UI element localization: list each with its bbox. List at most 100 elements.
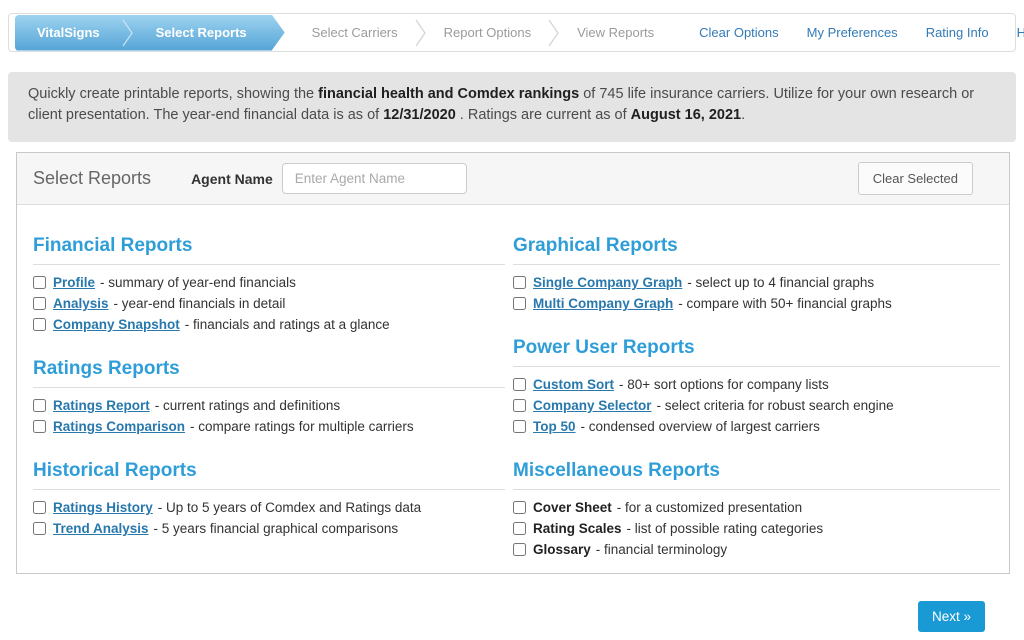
report-row-analysis: Analysis - year-end financials in detail: [33, 293, 505, 314]
report-description: - Up to 5 years of Comdex and Ratings da…: [157, 500, 422, 515]
panel-body: Financial Reports Profile - summary of yea…: [17, 205, 1009, 583]
panel-header: Select Reports Agent Name Clear Selected: [17, 153, 1009, 205]
agent-name-label: Agent Name: [191, 170, 273, 187]
category-title: Ratings Reports: [33, 358, 505, 388]
report-link-top-50[interactable]: Top 50: [533, 419, 576, 434]
checkbox-analysis[interactable]: [33, 297, 46, 310]
report-description: - list of possible rating categories: [626, 521, 824, 536]
breadcrumb: VitalSigns Select Reports Select Carriers…: [15, 14, 671, 51]
category-financial-reports: Financial Reports Profile - summary of yea…: [33, 235, 505, 335]
next-button[interactable]: Next »: [917, 601, 985, 632]
report-row-top-50: Top 50 - condensed overview of largest ca…: [513, 416, 1000, 437]
nav-step-select-carriers[interactable]: Select Carriers: [295, 25, 415, 40]
checkbox-company-selector[interactable]: [513, 399, 526, 412]
report-link-company-snapshot[interactable]: Company Snapshot: [53, 317, 180, 332]
checkbox-single-company-graph[interactable]: [513, 276, 526, 289]
nav-link-my-preferences[interactable]: My Preferences: [807, 25, 898, 40]
checkbox-company-snapshot[interactable]: [33, 318, 46, 331]
report-link-profile[interactable]: Profile: [53, 275, 95, 290]
breadcrumb-inactive-steps: Select Carriers Report Options View Report…: [295, 14, 671, 51]
category-power-user-reports: Power User Reports Custom Sort - 80+ sort …: [513, 337, 1000, 437]
report-link-ratings-report[interactable]: Ratings Report: [53, 398, 150, 413]
category-title: Historical Reports: [33, 460, 505, 490]
step-divider-chevron-icon: [548, 19, 559, 46]
report-row-cover-sheet: Cover Sheet - for a customized presentati…: [513, 497, 1000, 518]
step-divider-chevron-icon: [415, 19, 426, 46]
nav-link-help[interactable]: Help: [1017, 25, 1024, 40]
page-title: Select Reports: [33, 168, 152, 188]
report-description: - year-end financials in detail: [113, 296, 286, 311]
report-description: - financials and ratings at a glance: [184, 317, 390, 332]
category-miscellaneous-reports: Miscellaneous Reports Cover Sheet - for a …: [513, 460, 1000, 560]
nav-link-clear-options[interactable]: Clear Options: [699, 25, 778, 40]
report-link-ratings-comparison[interactable]: Ratings Comparison: [53, 419, 185, 434]
report-link-trend-analysis[interactable]: Trend Analysis: [53, 521, 149, 536]
agent-name-input[interactable]: [281, 163, 467, 194]
report-description: - condensed overview of largest carriers: [580, 419, 820, 434]
nav-step-report-options[interactable]: Report Options: [427, 25, 548, 40]
category-title: Graphical Reports: [513, 235, 1000, 265]
intro-segment: . Ratings are current as of: [455, 106, 631, 123]
category-title: Financial Reports: [33, 235, 505, 265]
select-reports-panel: Select Reports Agent Name Clear Selected…: [16, 152, 1010, 574]
reports-column-right: Graphical Reports Single Company Graph - s…: [513, 235, 1000, 583]
checkbox-top-50[interactable]: [513, 420, 526, 433]
top-navbar: VitalSigns Select Reports Select Carriers…: [8, 13, 1024, 52]
report-name-glossary: Glossary: [533, 542, 591, 557]
report-description: - for a customized presentation: [616, 500, 803, 515]
checkbox-profile[interactable]: [33, 276, 46, 289]
active-step-divider-chevron-icon: [122, 18, 134, 48]
nav-step-select-reports[interactable]: Select Reports: [134, 25, 269, 40]
report-row-company-snapshot: Company Snapshot - financials and ratings…: [33, 314, 505, 335]
category-title: Miscellaneous Reports: [513, 460, 1000, 490]
report-row-ratings-comparison: Ratings Comparison - compare ratings for …: [33, 416, 505, 437]
checkbox-multi-company-graph[interactable]: [513, 297, 526, 310]
intro-bold-segment: August 16, 2021: [630, 106, 742, 123]
checkbox-cover-sheet[interactable]: [513, 501, 526, 514]
report-name-cover-sheet: Cover Sheet: [533, 500, 612, 515]
report-link-ratings-history[interactable]: Ratings History: [53, 500, 153, 515]
report-row-multi-company-graph: Multi Company Graph - compare with 50+ fi…: [513, 293, 1000, 314]
intro-segment: .: [741, 106, 746, 123]
intro-segment: Quickly create printable reports, showin…: [28, 86, 319, 102]
category-graphical-reports: Graphical Reports Single Company Graph - s…: [513, 235, 1000, 314]
report-row-trend-analysis: Trend Analysis - 5 years financial graphi…: [33, 518, 505, 539]
intro-bold-segment: financial health and Comdex rankings: [318, 86, 580, 102]
checkbox-ratings-history[interactable]: [33, 501, 46, 514]
report-description: - 5 years financial graphical comparison…: [153, 521, 399, 536]
intro-box: Quickly create printable reports, showin…: [8, 72, 1016, 142]
report-row-profile: Profile - summary of year-end financials: [33, 272, 505, 293]
report-link-analysis[interactable]: Analysis: [53, 296, 109, 311]
report-link-company-selector[interactable]: Company Selector: [533, 398, 652, 413]
report-row-ratings-report: Ratings Report - current ratings and defi…: [33, 395, 505, 416]
breadcrumb-active-group: VitalSigns Select Reports: [15, 15, 285, 51]
report-link-multi-company-graph[interactable]: Multi Company Graph: [533, 296, 673, 311]
report-description: - compare ratings for multiple carriers: [190, 419, 414, 434]
report-description: - financial terminology: [595, 542, 728, 557]
checkbox-ratings-comparison[interactable]: [33, 420, 46, 433]
report-link-single-company-graph[interactable]: Single Company Graph: [533, 275, 682, 290]
intro-bold-segment: 12/31/2020: [383, 106, 456, 123]
report-description: - compare with 50+ financial graphs: [678, 296, 892, 311]
report-description: - current ratings and definitions: [154, 398, 341, 413]
report-description: - 80+ sort options for company lists: [619, 377, 829, 392]
reports-column-left: Financial Reports Profile - summary of yea…: [33, 235, 505, 583]
report-description: - select criteria for robust search engi…: [656, 398, 894, 413]
checkbox-trend-analysis[interactable]: [33, 522, 46, 535]
nav-step-vitalsigns[interactable]: VitalSigns: [15, 25, 122, 40]
report-link-custom-sort[interactable]: Custom Sort: [533, 377, 614, 392]
clear-selected-button[interactable]: Clear Selected: [857, 162, 973, 195]
checkbox-glossary[interactable]: [513, 543, 526, 556]
category-ratings-reports: Ratings Reports Ratings Report - current r…: [33, 358, 505, 437]
intro-text: Quickly create printable reports, showin…: [28, 84, 996, 125]
report-row-company-selector: Company Selector - select criteria for ro…: [513, 395, 1000, 416]
nav-step-view-reports[interactable]: View Reports: [560, 25, 671, 40]
report-row-rating-scales: Rating Scales - list of possible rating c…: [513, 518, 1000, 539]
category-historical-reports: Historical Reports Ratings History - Up to…: [33, 460, 505, 539]
category-title: Power User Reports: [513, 337, 1000, 367]
report-description: - select up to 4 financial graphs: [687, 275, 875, 290]
nav-link-rating-info[interactable]: Rating Info: [926, 25, 989, 40]
checkbox-custom-sort[interactable]: [513, 378, 526, 391]
checkbox-rating-scales[interactable]: [513, 522, 526, 535]
checkbox-ratings-report[interactable]: [33, 399, 46, 412]
